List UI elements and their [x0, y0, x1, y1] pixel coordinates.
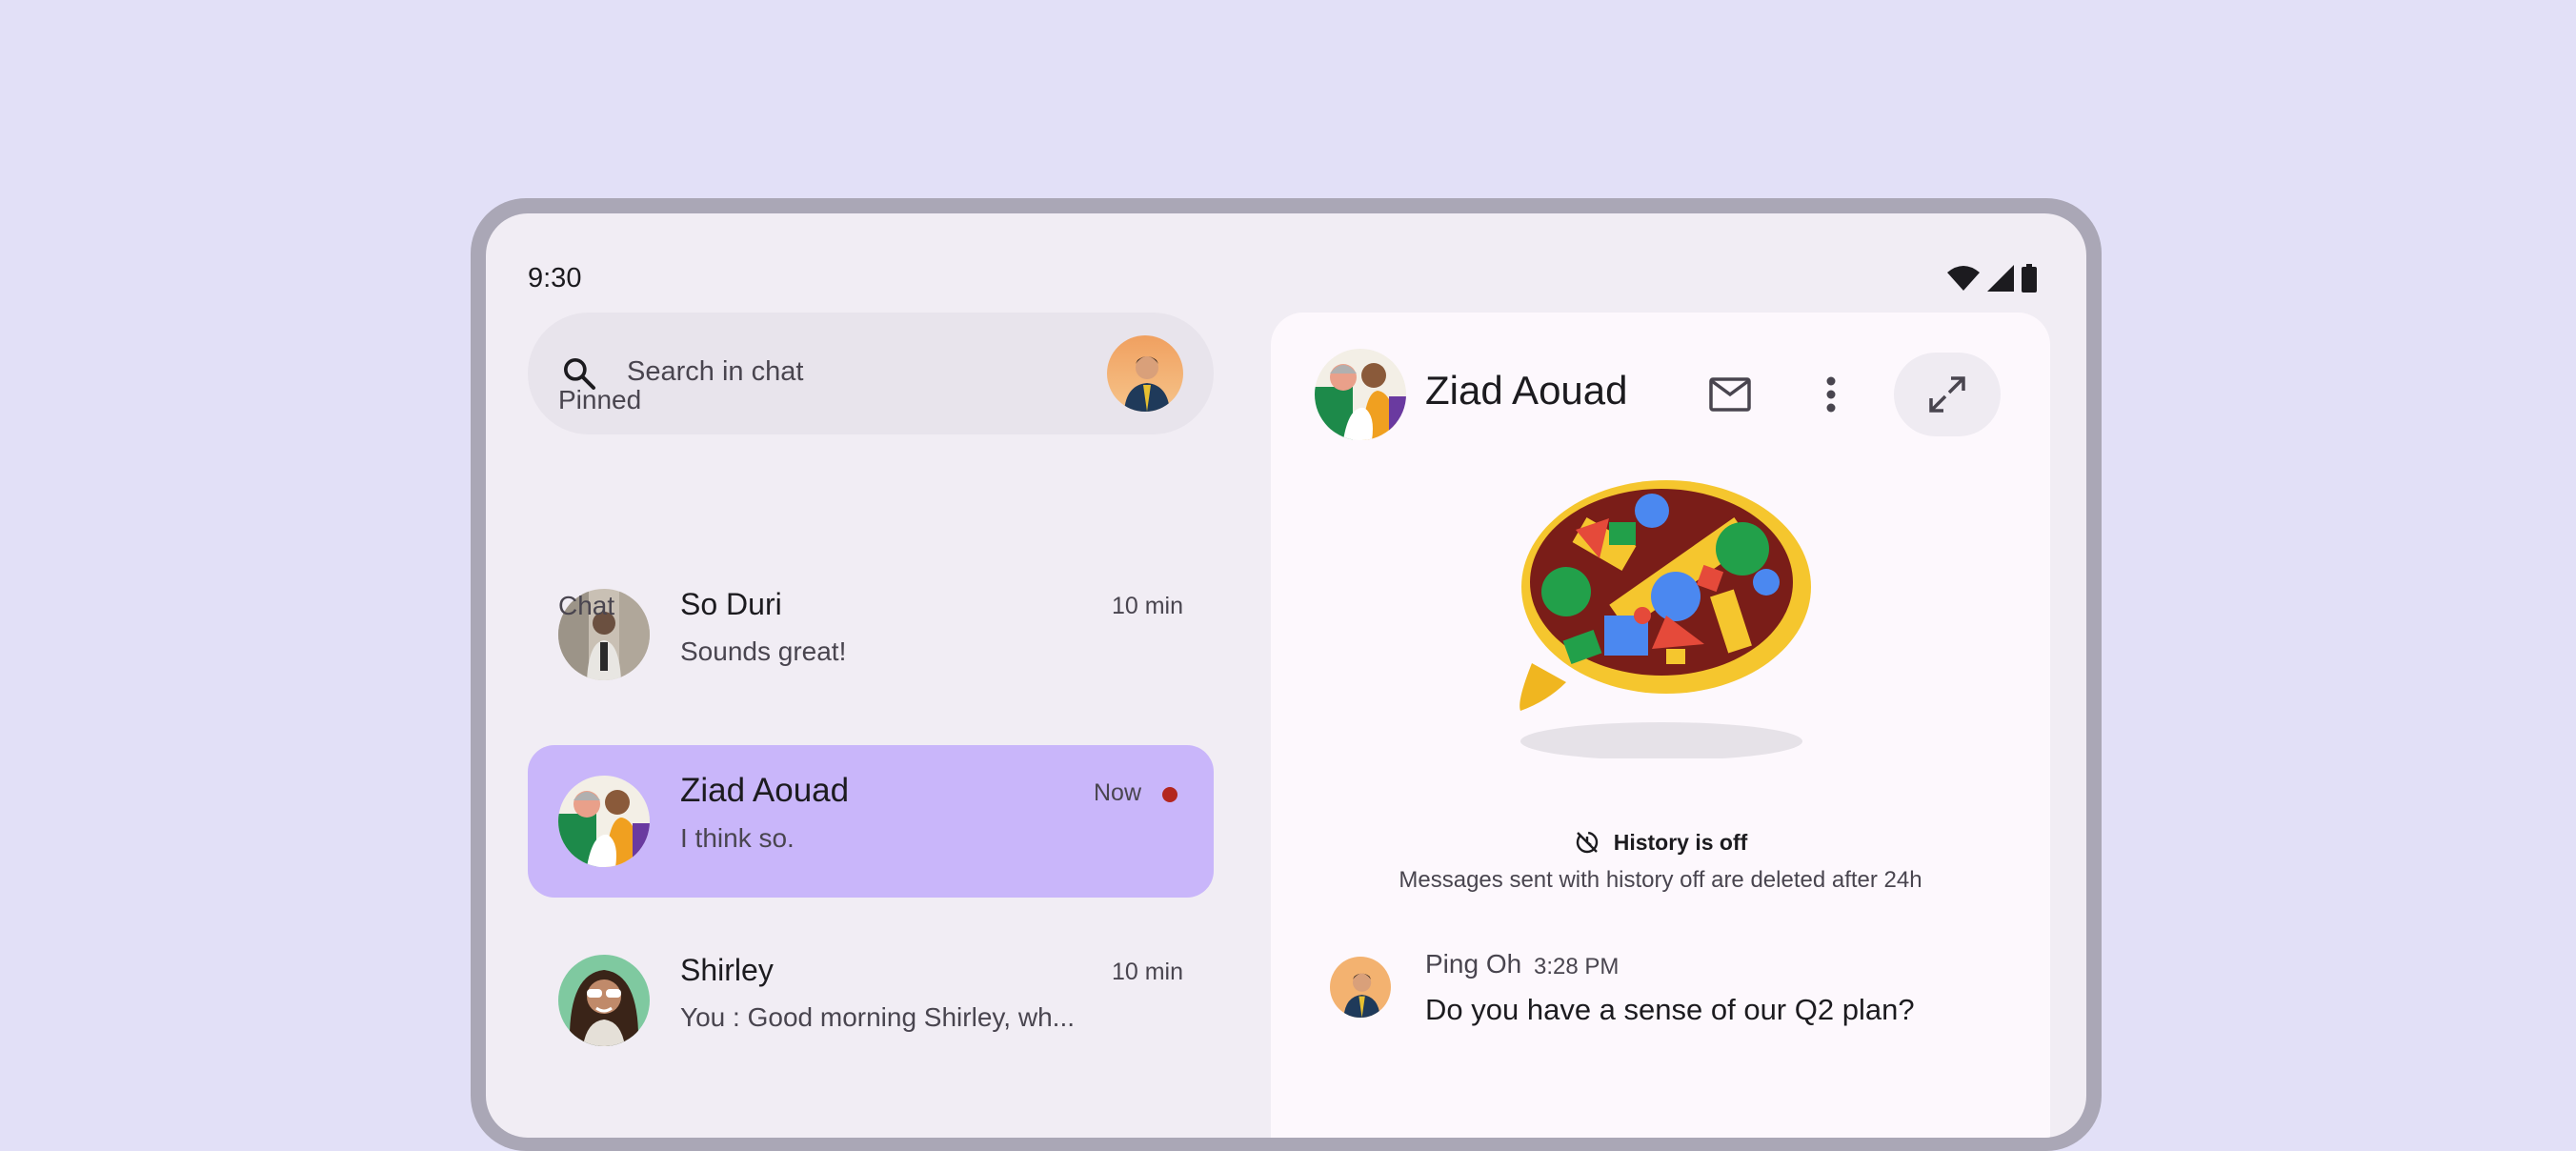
history-note: Messages sent with history off are delet… [1399, 867, 1922, 893]
history-title: History is off [1613, 829, 1748, 855]
contact-avatar[interactable] [1315, 349, 1406, 440]
message-time: 3:28 PM [1534, 954, 1620, 979]
avatar [558, 776, 650, 867]
message-sender: Ping Oh [1425, 949, 1522, 979]
tablet-frame: 9:30 Search in chat Pinned So Duri Sound… [471, 198, 2102, 1151]
conversation-item-shirley[interactable]: Shirley You : Good morning Shirley, wh..… [528, 924, 1214, 1077]
more-options-button[interactable] [1797, 360, 1865, 429]
sender-avatar[interactable] [1330, 957, 1391, 1018]
open-in-full-icon [1929, 376, 1965, 413]
conversation-name: Shirley [680, 953, 774, 987]
unread-indicator [1162, 787, 1177, 802]
expand-button[interactable] [1894, 353, 2001, 436]
battery-icon [2022, 264, 2037, 293]
search-input[interactable]: Search in chat [627, 356, 803, 388]
mail-icon [1709, 377, 1751, 412]
conversation-detail: Ziad Aouad History is off Messages sent … [1271, 313, 2050, 1138]
conversation-item-ziad-aouad[interactable]: Ziad Aouad I think so. Now [528, 745, 1214, 898]
conversation-preview: I think so. [680, 823, 795, 853]
avatar [558, 955, 650, 1046]
conversation-time: Now [1093, 779, 1141, 806]
conversation-name: Ziad Aouad [680, 772, 850, 809]
message-text: Do you have a sense of our Q2 plan? [1425, 993, 1915, 1026]
conversation-preview: Sounds great! [680, 636, 847, 666]
conversation-time: 10 min [1111, 593, 1183, 619]
section-chat: Chat [558, 591, 615, 620]
history-status: History is off [1271, 829, 2050, 861]
more-vert-icon [1826, 376, 1836, 413]
section-pinned: Pinned [558, 385, 642, 414]
chat-illustration [1519, 480, 1811, 758]
history-off-icon [1576, 831, 1598, 854]
contact-name: Ziad Aouad [1425, 368, 1628, 413]
search-bar[interactable]: Search in chat [528, 313, 1214, 434]
conversation-name: So Duri [680, 587, 782, 621]
email-button[interactable] [1696, 360, 1764, 429]
status-time: 9:30 [528, 263, 582, 293]
status-icons [1947, 263, 2037, 293]
account-avatar[interactable] [1107, 335, 1183, 412]
conversation-time: 10 min [1111, 959, 1183, 985]
screen: 9:30 Search in chat Pinned So Duri Sound… [486, 213, 2086, 1138]
conversation-item-so-duri[interactable]: So Duri Sounds great! 10 min [528, 558, 1214, 711]
signal-icon [1987, 265, 2014, 292]
wifi-icon [1947, 266, 1980, 291]
conversation-preview: You : Good morning Shirley, wh... [680, 1002, 1075, 1032]
